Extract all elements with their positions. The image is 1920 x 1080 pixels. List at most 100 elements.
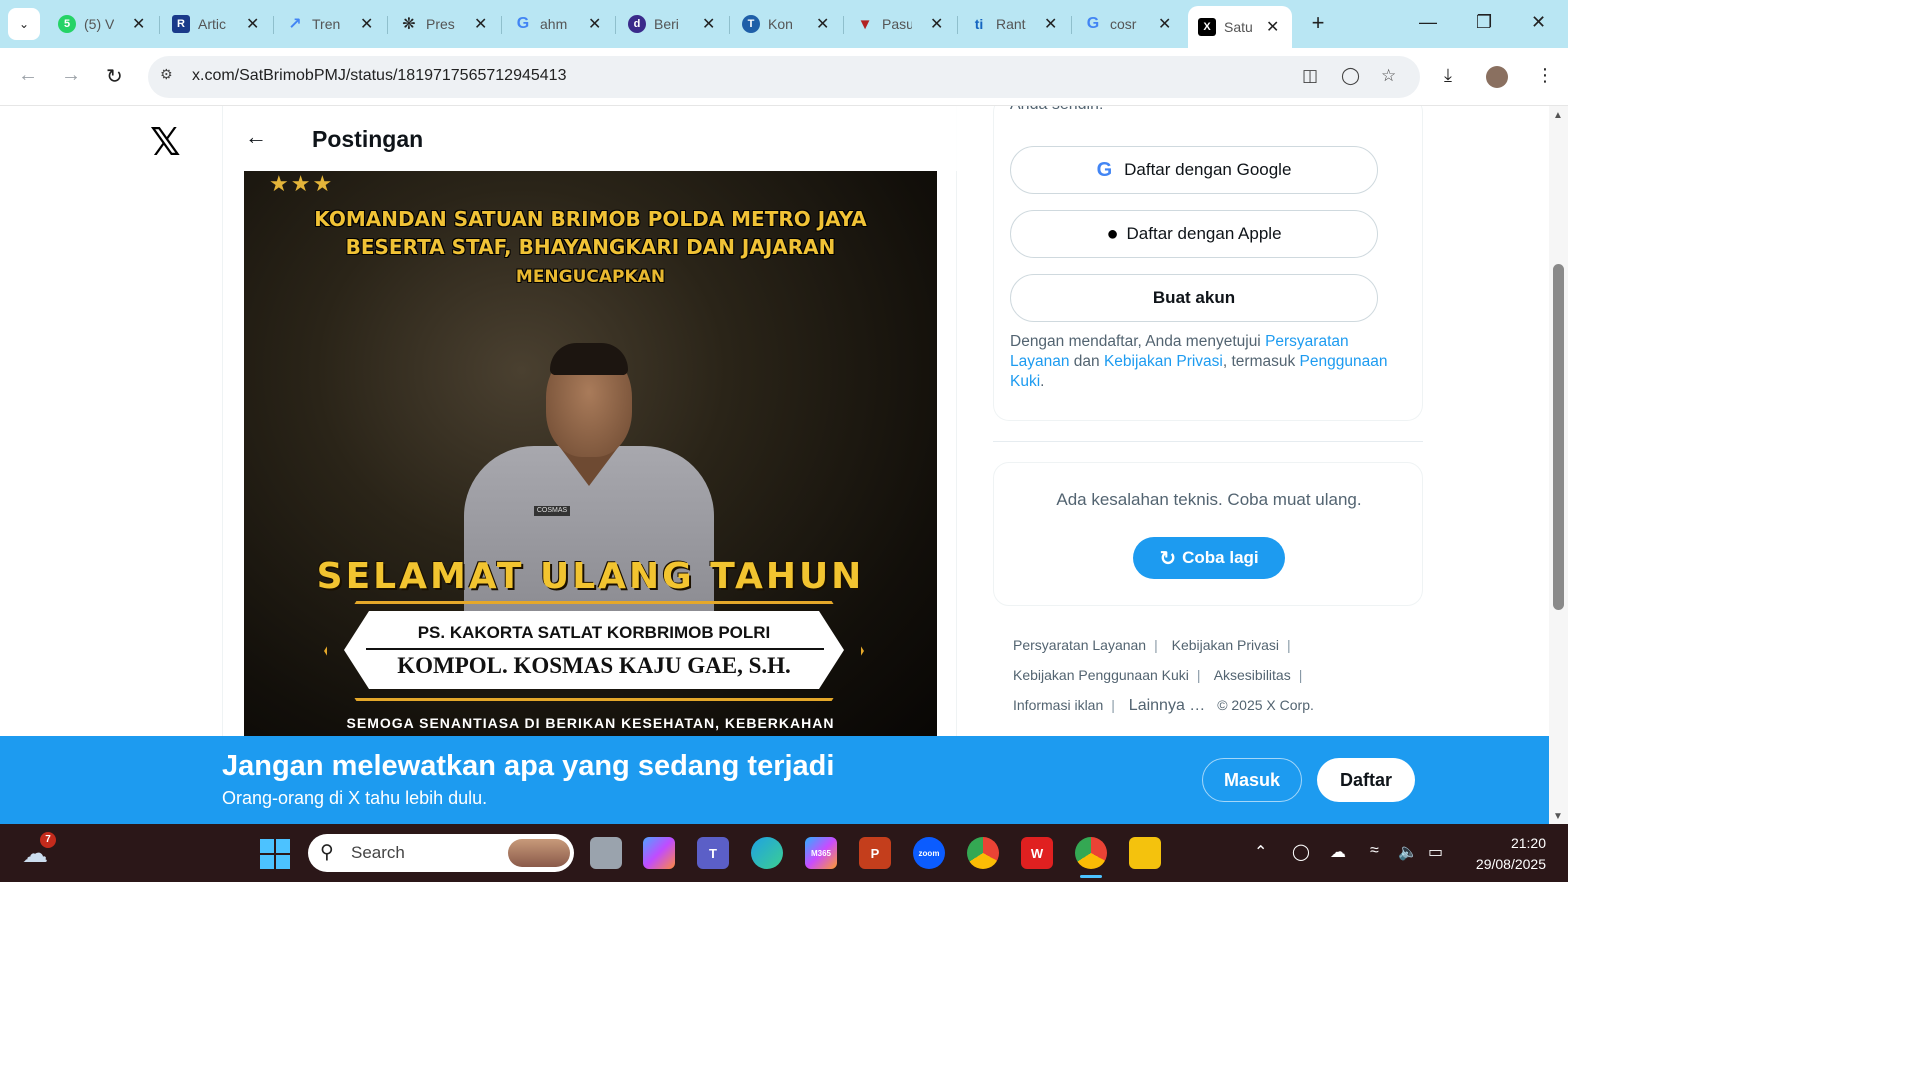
tab-search-button[interactable]: ⌄	[8, 8, 40, 40]
tab-title: Beri	[654, 16, 679, 32]
scrollbar[interactable]: ▲ ▼	[1549, 106, 1568, 824]
clock-time: 21:20	[1510, 835, 1546, 851]
stars-icon: ★★★	[269, 171, 335, 196]
task-view-icon[interactable]	[590, 837, 622, 869]
back-arrow-icon[interactable]: ←	[245, 124, 267, 150]
powerpoint-icon[interactable]: P	[859, 837, 891, 869]
reload-icon[interactable]: ↻	[106, 64, 123, 89]
close-icon[interactable]: ✕	[360, 14, 373, 34]
apple-signup-button[interactable]: ● Daftar dengan Apple	[1010, 210, 1378, 258]
start-button[interactable]	[260, 839, 290, 869]
create-account-button[interactable]: Buat akun	[1010, 274, 1378, 322]
clock[interactable]: 21:20 29/08/2025	[1460, 833, 1546, 875]
scrollbar-thumb[interactable]	[1553, 264, 1564, 610]
footer-link[interactable]: Kebijakan Penggunaan Kuki	[1013, 667, 1189, 683]
officer-name: KOMPOL. KOSMAS KAJU GAE, S.H.	[397, 653, 791, 678]
footer-link[interactable]: Persyaratan Layanan	[1013, 637, 1146, 653]
prompt-headline: Jangan melewatkan apa yang sedang terjad…	[222, 750, 835, 782]
login-button[interactable]: Masuk	[1202, 758, 1302, 802]
restore-icon[interactable]: ❐	[1476, 12, 1492, 33]
zoom-icon[interactable]: zoom	[913, 837, 945, 869]
close-icon[interactable]: ✕	[816, 14, 829, 34]
volume-icon[interactable]: 🔈	[1398, 842, 1418, 862]
tab-title: cosr	[1110, 16, 1137, 32]
tab-10-active[interactable]: X Satu ✕	[1188, 6, 1292, 48]
scroll-up-icon[interactable]: ▲	[1553, 110, 1563, 121]
m365-icon[interactable]: M365	[805, 837, 837, 869]
x-icon: X	[1198, 18, 1216, 36]
chevron-down-icon: ⌄	[18, 17, 30, 31]
banner-line-3: MENGUCAPKAN	[515, 267, 666, 287]
close-icon[interactable]: ✕	[246, 14, 259, 34]
tab-5[interactable]: d Beri ✕	[618, 6, 728, 42]
sync-icon[interactable]: ◯	[1292, 842, 1310, 862]
taskbar-search[interactable]: ⚲ Search	[308, 834, 574, 872]
x-logo-icon[interactable]: 𝕏	[150, 120, 181, 164]
close-icon[interactable]: ✕	[474, 14, 487, 34]
minimize-icon[interactable]: —	[1419, 12, 1437, 33]
x-page: 𝕏 ← Postingan ★★★ KOMANDAN SATUAN BRIMOB…	[0, 106, 1549, 736]
tab-9[interactable]: G cosr ✕	[1074, 6, 1184, 42]
notification-badge: 7	[40, 832, 56, 848]
sticky-notes-icon[interactable]	[1129, 837, 1161, 869]
site-info-icon[interactable]: ⚙	[160, 66, 182, 88]
download-icon[interactable]: ⤓	[1444, 65, 1452, 86]
close-icon[interactable]: ✕	[1044, 14, 1057, 34]
signup-button[interactable]: Daftar	[1317, 758, 1415, 802]
google-signup-button[interactable]: G Daftar dengan Google	[1010, 146, 1378, 194]
cloud-offline-icon[interactable]: ☁	[1330, 842, 1346, 862]
close-icon[interactable]: ✕	[1158, 14, 1171, 34]
google-icon: G	[516, 15, 530, 32]
edge-icon[interactable]	[751, 837, 783, 869]
wps-icon[interactable]: W	[1021, 837, 1053, 869]
install-app-icon[interactable]: ◫	[1302, 66, 1318, 86]
teams-icon[interactable]: T	[697, 837, 729, 869]
close-icon[interactable]: ✕	[702, 14, 715, 34]
chevron-up-icon[interactable]: ⌃	[1254, 842, 1267, 862]
tab-2[interactable]: ↗ Tren ✕	[276, 6, 386, 42]
tab-title: Pasu	[882, 16, 912, 32]
retry-button[interactable]: ↻ Coba lagi	[1133, 537, 1285, 579]
close-icon[interactable]: ✕	[132, 14, 145, 34]
tab-title: Artic	[198, 16, 226, 32]
footer-link[interactable]: Kebijakan Privasi	[1172, 637, 1279, 653]
close-icon[interactable]: ✕	[930, 14, 943, 34]
more-link[interactable]: Lainnya …	[1129, 697, 1206, 714]
close-icon[interactable]: ✕	[1266, 17, 1279, 37]
footer-link[interactable]: Informasi iklan	[1013, 697, 1103, 713]
new-tab-button[interactable]: +	[1305, 10, 1331, 36]
post-image[interactable]: ★★★ KOMANDAN SATUAN BRIMOB POLDA METRO J…	[244, 171, 937, 736]
tab-0[interactable]: 5 (5) V ✕	[48, 6, 158, 42]
back-icon[interactable]: ←	[18, 64, 38, 87]
scroll-down-icon[interactable]: ▼	[1553, 811, 1563, 822]
url-text[interactable]: x.com/SatBrimobPMJ/status/18197175657129…	[192, 67, 566, 85]
copilot-icon[interactable]	[643, 837, 675, 869]
tab-title: ahm	[540, 16, 568, 32]
chrome-active-icon[interactable]	[1075, 837, 1107, 869]
tab-7[interactable]: ▼ Pasu ✕	[846, 6, 956, 42]
tab-1[interactable]: R Artic ✕	[162, 6, 272, 42]
forward-icon[interactable]: →	[61, 64, 81, 87]
close-window-icon[interactable]: ✕	[1531, 12, 1546, 33]
chrome-icon[interactable]	[967, 837, 999, 869]
privacy-link[interactable]: Kebijakan Privasi	[1104, 353, 1223, 370]
address-bar[interactable]: ⚙ x.com/SatBrimobPMJ/status/181971756571…	[148, 56, 1420, 98]
tab-title: Rant	[996, 16, 1026, 32]
wifi-icon[interactable]: ≈	[1370, 842, 1379, 860]
tab-8[interactable]: ti Rant ✕	[960, 6, 1070, 42]
tab-title: Kon	[768, 16, 793, 32]
footer-link[interactable]: Aksesibilitas	[1214, 667, 1291, 683]
copyright: © 2025 X Corp.	[1217, 697, 1314, 713]
menu-kebab-icon[interactable]: ⋮	[1536, 65, 1554, 86]
eye-off-icon[interactable]: ◯	[1341, 66, 1360, 86]
battery-icon[interactable]: ▭	[1428, 842, 1443, 862]
banner-wish: SEMOGA SENANTIASA DI BERIKAN KESEHATAN, …	[346, 715, 835, 731]
avatar[interactable]	[1486, 66, 1508, 88]
signup-card: Anda sendiri! G Daftar dengan Google ● D…	[993, 106, 1423, 421]
bookmark-star-icon[interactable]: ☆	[1381, 66, 1396, 86]
close-icon[interactable]: ✕	[588, 14, 601, 34]
tab-6[interactable]: T Kon ✕	[732, 6, 842, 42]
tab-3[interactable]: ❋ Pres ✕	[390, 6, 500, 42]
google-icon: G	[1086, 15, 1100, 32]
tab-4[interactable]: G ahm ✕	[504, 6, 614, 42]
